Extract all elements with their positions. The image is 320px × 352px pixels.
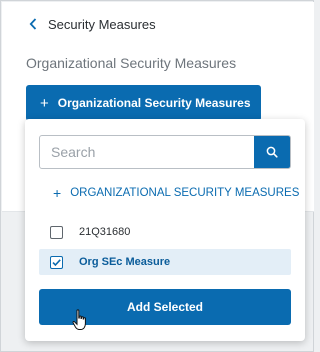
section-label: Organizational Security Measures <box>26 55 237 71</box>
chevron-left-icon <box>28 18 38 30</box>
search-box <box>39 135 291 169</box>
add-selected-button[interactable]: Add Selected <box>39 289 291 325</box>
add-organizational-measures-button[interactable]: + Organizational Security Measures <box>26 85 261 121</box>
list-item[interactable]: 21Q31680 <box>39 219 291 245</box>
measures-dropdown: + ORGANIZATIONAL SECURITY MEASURES 21Q31… <box>25 119 305 341</box>
list-item-label: 21Q31680 <box>79 226 131 238</box>
app-frame: Security Measures Organizational Securit… <box>0 0 314 352</box>
check-icon <box>52 258 61 266</box>
search-button[interactable] <box>254 136 290 168</box>
list-item-selected[interactable]: Org SEc Measure <box>39 249 291 275</box>
add-button-label: Organizational Security Measures <box>57 96 251 110</box>
plus-icon: + <box>40 94 49 112</box>
plus-icon: + <box>53 185 62 201</box>
add-new-measure-link[interactable]: + ORGANIZATIONAL SECURITY MEASURES <box>53 185 299 201</box>
back-link-label: Security Measures <box>48 16 156 32</box>
checkbox-unchecked[interactable] <box>50 225 63 239</box>
search-icon <box>266 146 278 158</box>
search-input[interactable] <box>40 136 254 168</box>
back-link[interactable]: Security Measures <box>28 14 156 34</box>
add-new-measure-label: ORGANIZATIONAL SECURITY MEASURES <box>70 187 300 199</box>
list-item-label: Org SEc Measure <box>79 256 171 268</box>
checkbox-checked[interactable] <box>50 255 63 269</box>
